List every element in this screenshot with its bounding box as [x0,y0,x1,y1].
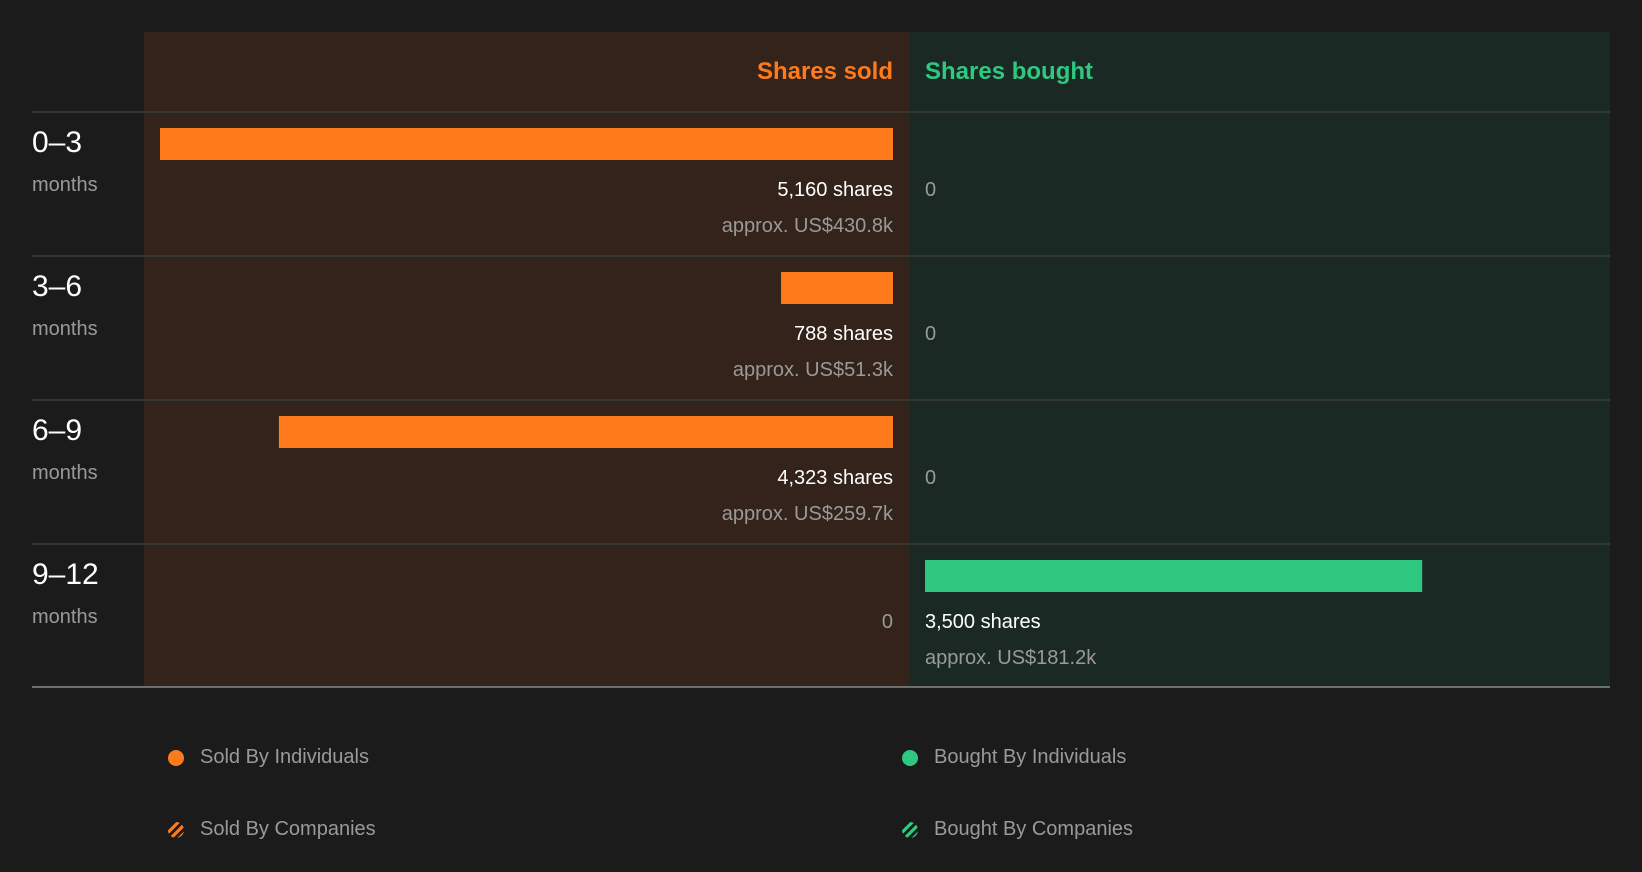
sold-header: Shares sold [757,58,893,85]
row-unit-label: months [32,606,98,628]
bought-zero-label: 0 [925,323,936,345]
legend-sold-companies: Sold By Companies [168,818,376,841]
sold-shares-label: 5,160 shares [777,179,893,201]
sold-shares-label: 4,323 shares [777,467,893,489]
row-range-label: 6–9 [32,414,82,447]
legend: Sold By Individuals Bought By Individual… [0,700,1642,872]
sold-value-label: approx. US$259.7k [722,503,894,525]
bought-shares-label: 3,500 shares [925,611,1041,633]
legend-label: Bought By Individuals [934,746,1127,768]
legend-label: Sold By Companies [200,818,376,840]
green-dot-icon [902,749,918,766]
sold-bar [160,128,893,160]
sold-shares-label: 788 shares [794,323,893,345]
row-range-label: 9–12 [32,558,99,591]
bought-bar [925,560,1423,592]
legend-bought-companies: Bought By Companies [902,818,1133,841]
legend-bought-individuals: Bought By Individuals [902,746,1126,769]
bought-value-label: approx. US$181.2k [925,647,1097,669]
insider-trading-chart: Shares sold Shares bought 0–3 months 5,160… [32,32,1610,688]
bought-zero-label: 0 [925,467,936,489]
legend-label: Sold By Individuals [200,746,369,768]
sold-zero-label: 0 [882,611,893,633]
orange-striped-dot-icon [168,821,184,838]
sold-value-label: approx. US$51.3k [733,359,894,381]
row-unit-label: months [32,462,98,484]
green-striped-dot-icon [902,821,918,838]
bought-zero-label: 0 [925,179,936,201]
legend-sold-individuals: Sold By Individuals [168,746,369,769]
sold-bar [278,416,893,448]
bought-header: Shares bought [925,58,1093,85]
orange-dot-icon [168,749,184,766]
row-range-label: 3–6 [32,270,82,303]
legend-label: Bought By Companies [934,818,1134,840]
row-range-label: 0–3 [32,126,82,159]
sold-bar [781,272,893,304]
sold-value-label: approx. US$430.8k [722,215,894,237]
row-unit-label: months [32,174,98,196]
row-unit-label: months [32,318,98,340]
